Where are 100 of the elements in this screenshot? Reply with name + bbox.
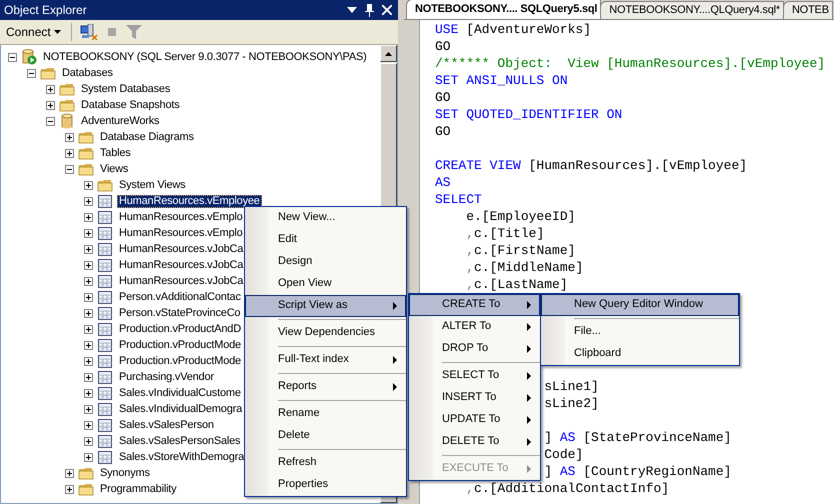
view-icon — [97, 289, 113, 305]
tree-item[interactable]: System Databases — [79, 82, 172, 96]
plus-icon[interactable] — [84, 356, 93, 366]
tree-item[interactable]: HumanResources.vJobCa — [117, 274, 246, 288]
tree-item[interactable]: HumanResources.vEmplo — [117, 210, 245, 224]
code-line: AS — [435, 176, 451, 189]
plus-icon[interactable] — [65, 468, 74, 478]
plus-icon[interactable] — [84, 452, 93, 462]
view-icon — [97, 417, 113, 433]
menu-item[interactable]: DROP To — [409, 338, 540, 360]
tree-item[interactable]: NOTEBOOKSONY (SQL Server 9.0.3077 - NOTEBOOKSONY\PAS) — [41, 50, 369, 64]
plus-icon[interactable] — [65, 148, 74, 158]
plus-icon[interactable] — [84, 388, 93, 398]
plus-icon[interactable] — [46, 84, 55, 94]
plus-icon[interactable] — [65, 132, 74, 142]
plus-icon[interactable] — [84, 340, 93, 350]
code-line: sLine1] — [544, 380, 599, 393]
plus-icon[interactable] — [84, 276, 93, 286]
editor-tab[interactable]: NOTEB — [782, 1, 833, 19]
plus-icon[interactable] — [84, 292, 93, 302]
plus-icon[interactable] — [84, 228, 93, 238]
plus-icon[interactable] — [84, 260, 93, 270]
menu-item[interactable]: Script View as — [245, 295, 406, 317]
tree-item[interactable]: AdventureWorks — [79, 114, 162, 128]
tree-item[interactable]: Databases — [60, 66, 115, 80]
plus-icon[interactable] — [84, 308, 93, 318]
folder-icon — [78, 161, 94, 177]
menu-item[interactable]: Refresh — [245, 452, 406, 474]
minus-icon[interactable] — [27, 68, 36, 78]
code-line: Code] — [544, 448, 584, 461]
tree-item[interactable]: HumanResources.vEmplo — [117, 226, 245, 240]
tree-item[interactable]: Programmability — [98, 482, 178, 496]
folder-icon — [40, 65, 56, 81]
plus-icon[interactable] — [84, 212, 93, 222]
computers-icon[interactable] — [80, 24, 98, 40]
tree-item[interactable]: Sales.vStoreWithDemogra — [117, 450, 246, 464]
plus-icon[interactable] — [84, 420, 93, 430]
plus-icon[interactable] — [84, 244, 93, 254]
menu-item[interactable]: DELETE To — [409, 431, 540, 453]
tree-item[interactable]: Tables — [98, 146, 133, 160]
menu-item[interactable]: CREATE To — [409, 294, 540, 316]
plus-icon[interactable] — [84, 324, 93, 334]
scroll-up-button[interactable] — [380, 45, 397, 62]
plus-icon[interactable] — [84, 372, 93, 382]
dropdown-icon[interactable] — [347, 7, 357, 13]
tree-item[interactable]: Sales.vSalesPersonSales — [117, 434, 242, 448]
menu-item[interactable]: Clipboard — [541, 343, 739, 365]
plus-icon[interactable] — [84, 436, 93, 446]
editor-tab[interactable]: NOTEBOOKSONY....QLQuery4.sql* — [600, 1, 784, 19]
tree-item[interactable]: Synonyms — [98, 466, 152, 480]
editor-tab[interactable]: NOTEBOOKSONY.... SQLQuery5.sql — [406, 0, 602, 19]
menu-item[interactable]: ALTER To — [409, 316, 540, 338]
tree-item[interactable]: HumanResources.vEmployee — [117, 194, 262, 208]
tree-item[interactable]: Database Snapshots — [79, 98, 182, 112]
menu-item[interactable]: New Query Editor Window — [541, 294, 739, 316]
menu-item[interactable]: Reports — [245, 376, 406, 398]
menu-item[interactable]: SELECT To — [409, 365, 540, 387]
tree-item[interactable]: Database Diagrams — [98, 130, 196, 144]
tree-item[interactable]: HumanResources.vJobCa — [117, 242, 246, 256]
menu-item[interactable]: UPDATE To — [409, 409, 540, 431]
menu-item[interactable]: New View... — [245, 207, 406, 229]
minus-icon[interactable] — [65, 164, 74, 174]
tree-item[interactable]: Person.vStateProvinceCo — [117, 306, 242, 320]
code-line: /****** Object: View [HumanResources].[vEmployee] — [435, 57, 826, 70]
menu-item[interactable]: Delete — [245, 425, 406, 447]
tree-item[interactable]: Production.vProductMode — [117, 338, 243, 352]
pin-icon[interactable] — [365, 4, 374, 16]
caret-icon — [54, 30, 61, 34]
tree-item[interactable]: Person.vAdditionalContac — [117, 290, 243, 304]
tree-item[interactable]: Sales.vIndividualDemogra — [117, 402, 244, 416]
menu-item[interactable]: INSERT To — [409, 387, 540, 409]
tree-item[interactable]: Sales.vIndividualCustome — [117, 386, 243, 400]
plus-icon[interactable] — [84, 180, 93, 190]
minus-icon[interactable] — [8, 52, 17, 62]
plus-icon[interactable] — [46, 100, 55, 110]
menu-item[interactable]: File... — [541, 321, 739, 343]
tree-item[interactable]: Production.vProductMode — [117, 354, 243, 368]
tree-item[interactable]: Production.vProductAndD — [117, 322, 243, 336]
connect-button[interactable]: Connect — [4, 24, 63, 40]
menu-item[interactable]: Full-Text index — [245, 349, 406, 371]
plus-icon[interactable] — [65, 484, 74, 494]
menu-item[interactable]: Edit — [245, 229, 406, 251]
menu-item[interactable]: Design — [245, 251, 406, 273]
view-icon — [97, 209, 113, 225]
menu-item[interactable]: Open View — [245, 273, 406, 295]
code-line: ] AS [StateProvinceName] — [544, 431, 732, 444]
menu-item[interactable]: Properties — [245, 474, 406, 496]
folder-icon — [59, 97, 75, 113]
tree-item[interactable]: System Views — [117, 178, 188, 192]
tree-item[interactable]: HumanResources.vJobCa — [117, 258, 246, 272]
plus-icon[interactable] — [84, 196, 93, 206]
code-line: USE [AdventureWorks] — [435, 23, 592, 36]
tree-item[interactable]: Sales.vSalesPerson — [117, 418, 216, 432]
tree-item[interactable]: Purchasing.vVendor — [117, 370, 216, 384]
tree-item[interactable]: Views — [98, 162, 130, 176]
minus-icon[interactable] — [46, 116, 55, 126]
menu-item[interactable]: Rename — [245, 403, 406, 425]
menu-item[interactable]: View Dependencies — [245, 322, 406, 344]
plus-icon[interactable] — [84, 404, 93, 414]
close-icon[interactable] — [382, 5, 392, 15]
